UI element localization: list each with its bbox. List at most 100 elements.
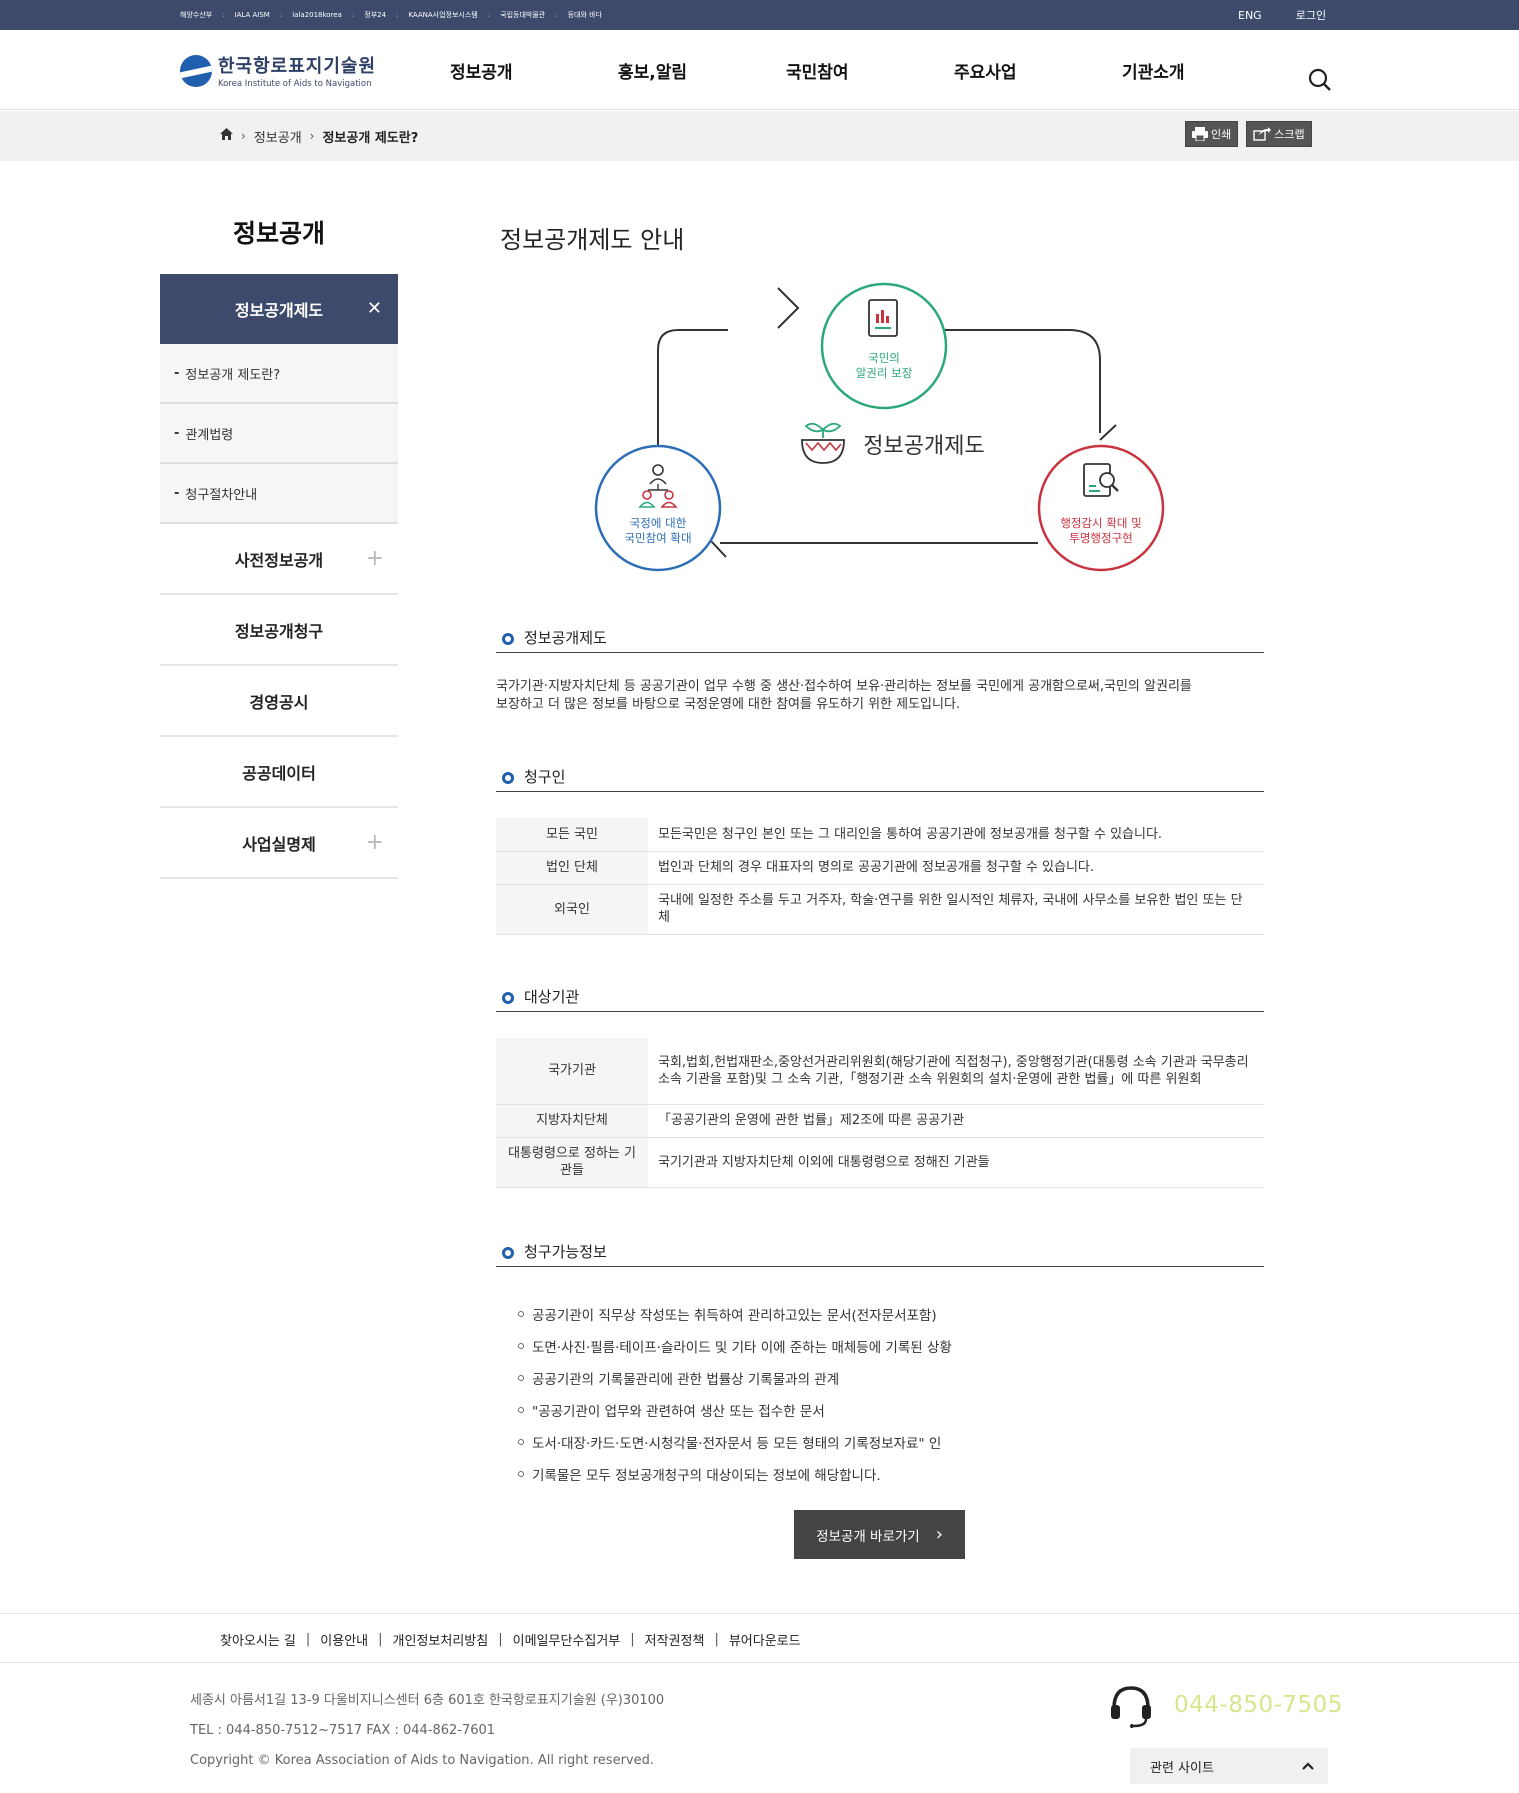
diagram-center-label: 정보공개제도 [863,434,984,459]
lnb-title: 정보공개 [232,219,325,248]
scrap-label: 스크랩 [1274,128,1305,141]
top-link[interactable]: IALA AISM [235,11,270,19]
logo-text: 한국항로표지기술원 Korea Institute of Aids to Nav… [218,52,376,89]
side-main-item[interactable]: 사전정보공개 + [160,524,398,595]
top-link[interactable]: 등대와 바다 [568,10,602,20]
side-sub-item[interactable]: - 관계법령 [160,404,398,464]
top-link[interactable]: 정부24 [364,10,386,20]
nav-item-news[interactable]: 홍보,알림 [598,58,766,83]
go-button-label: 정보공개 바로가기 [816,1528,920,1545]
related-sites-dropdown[interactable]: 관련 사이트 [1130,1748,1328,1784]
go-info-disclosure-button[interactable]: 정보공개 바로가기 › [794,1510,965,1559]
list-item: 도면·사진·필름·테이프·슬라이드 및 기타 이에 준하는 매체등에 기록된 상… [518,1330,952,1362]
breadcrumb: › 정보공개 › 정보공개 제도란? [220,111,418,161]
family-site-links: 해양수산부: IALA AISM: iala2018korea: 정부24: K… [180,0,602,30]
footer-address-block: 세종시 아름서1길 13-9 다울비지니스센터 6층 601호 한국항로표지기술… [190,1686,664,1776]
printer-icon [1192,127,1208,141]
home-icon[interactable] [220,128,233,144]
table-row: 국가기관 국회,법회,헌법재판소,중앙선거관리위원회(해당기관에 직접청구), … [496,1038,1264,1105]
login-link[interactable]: 로그인 [1296,7,1326,23]
side-sub-item[interactable]: - 정보공개 제도란? [160,344,398,404]
list-item-text: "공공기관이 업무와 관련하여 생산 또는 접수한 문서 [532,1404,825,1420]
site-logo[interactable]: 한국항로표지기술원 Korea Institute of Aids to Nav… [180,52,376,89]
separator: : [222,11,225,19]
side-main-item[interactable]: 정보공개청구 [160,595,398,666]
footer-link[interactable]: 뷰어다운로드 [729,1630,801,1649]
nav-item-info-disclosure[interactable]: 정보공개 [430,58,598,83]
bullet-circle-icon [502,633,514,645]
footer-link[interactable]: 이메일무단수집거부 [513,1630,621,1649]
footer-link[interactable]: 개인정보처리방침 [393,1630,489,1649]
side-main-item[interactable]: 공공데이터 [160,737,398,808]
table-header-cell: 국가기관 [496,1038,648,1105]
logo-korean: 한국항로표지기술원 [218,56,377,77]
left-circle-line1: 국정에 대한 [630,516,687,530]
side-sub-item[interactable]: - 청구절차안내 [160,464,398,524]
right-circle-line2: 투명행정구현 [1069,531,1132,545]
footer-link[interactable]: 찾아오시는 길 [220,1630,296,1649]
nav-item-business[interactable]: 주요사업 [934,58,1102,83]
table-cell: 법인과 단체의 경우 대표자의 명의로 공공기관에 정보공개를 청구할 수 있습… [648,851,1264,885]
separator: : [279,11,283,19]
plus-icon[interactable]: + [366,546,384,571]
list-item: 기록물은 모두 정보공개청구의 대상이되는 정보에 해당합니다. [518,1458,952,1490]
top-link[interactable]: iala2018korea [292,11,342,19]
list-item-text: 도면·사진·필름·테이프·슬라이드 및 기타 이에 준하는 매체등에 기록된 상… [532,1340,952,1356]
footer-link[interactable]: 이용안내 [320,1630,368,1649]
paragraph-line: 보장하고 더 많은 정보를 바탕으로 국정운영에 대한 참여를 유도하기 위한 … [496,697,961,712]
info-disclosure-diagram: 국민의 알권리 보장 국정에 대한 국민참여 확대 행정감시 확대 및 투명행정… [594,282,1165,572]
close-icon[interactable]: ✕ [367,298,382,319]
list-item-text: 공공기관의 기록물관리에 관한 법률상 기록물과의 관계 [532,1372,840,1388]
bullet-icon [518,1311,524,1317]
logo-english: Korea Institute of Aids to Navigation [218,79,372,89]
breadcrumb-current[interactable]: 정보공개 제도란? [322,127,418,146]
side-sub-label: 청구절차안내 [185,487,258,503]
side-main-item[interactable]: 사업실명제 + [160,808,398,879]
separator: | [630,1631,635,1647]
top-link[interactable]: 해양수산부 [180,10,212,20]
footer-tel: TEL : 044-850-7512~7517 FAX : 044-862-76… [190,1723,496,1738]
scrap-button[interactable]: 스크랩 [1246,121,1312,147]
search-icon[interactable] [1307,67,1333,93]
page-tools: 인쇄 스크랩 [1185,121,1312,147]
separator: : [351,11,355,19]
bullet-icon [518,1471,524,1477]
side-main-label: 사업실명제 [242,834,316,854]
table-cell: 모든국민은 청구인 본인 또는 그 대리인을 통하여 공공기관에 정보공개를 청… [648,818,1264,852]
breadcrumb-item[interactable]: 정보공개 [254,127,302,146]
bullet-icon [518,1407,524,1413]
side-main-item[interactable]: 경영공시 [160,666,398,737]
footer-link[interactable]: 저작권정책 [645,1630,705,1649]
eng-link[interactable]: ENG [1238,9,1262,22]
section-heading: 청구가능정보 [496,1241,1264,1267]
top-link[interactable]: 국립등대박물관 [500,10,545,20]
nav-item-participation[interactable]: 국민참여 [766,58,934,83]
bullet-circle-icon [502,992,514,1004]
separator: | [378,1631,383,1647]
separator: | [498,1631,503,1647]
arrow-head [777,287,800,329]
table-row: 외국인 국내에 일정한 주소를 두고 거주자, 학술·연구를 위한 일시적인 체… [496,884,1264,935]
side-nav-active-item[interactable]: 정보공개제도 ✕ [160,274,398,344]
section-heading: 대상기관 [496,986,1264,1012]
print-button[interactable]: 인쇄 [1185,121,1239,147]
table-row: 법인 단체 법인과 단체의 경우 대표자의 명의로 공공기관에 정보공개를 청구… [496,851,1264,885]
section-title: 청구인 [524,768,566,786]
logo-mark-icon [180,54,212,87]
table-cell: 국내에 일정한 주소를 두고 거주자, 학술·연구를 위한 일시적인 체류자, … [648,884,1264,935]
table-header-cell: 지방자치단체 [496,1104,648,1138]
footer-links: 찾아오시는 길 | 이용안내 | 개인정보처리방침 | 이메일무단수집거부 | 저작권정… [220,1614,801,1664]
share-icon [1253,127,1272,141]
chevron-right-icon: › [241,129,246,143]
bullet-icon [518,1343,524,1349]
dash-icon: - [174,425,180,441]
top-link[interactable]: KAANA사업정보시스템 [408,10,477,20]
table-header-cell: 외국인 [496,884,648,935]
nav-item-about[interactable]: 기관소개 [1102,58,1270,83]
top-utility-bar: 해양수산부: IALA AISM: iala2018korea: 정부24: K… [0,0,1519,30]
plus-icon[interactable]: + [366,830,384,855]
side-main-label: 정보공개청구 [234,621,324,641]
separator: : [396,11,399,19]
sprout-icon [801,422,845,464]
list-item-text: 도서·대장·카드·도면·시청각물·전자문서 등 모든 형태의 기록정보자료" 인 [532,1436,942,1452]
